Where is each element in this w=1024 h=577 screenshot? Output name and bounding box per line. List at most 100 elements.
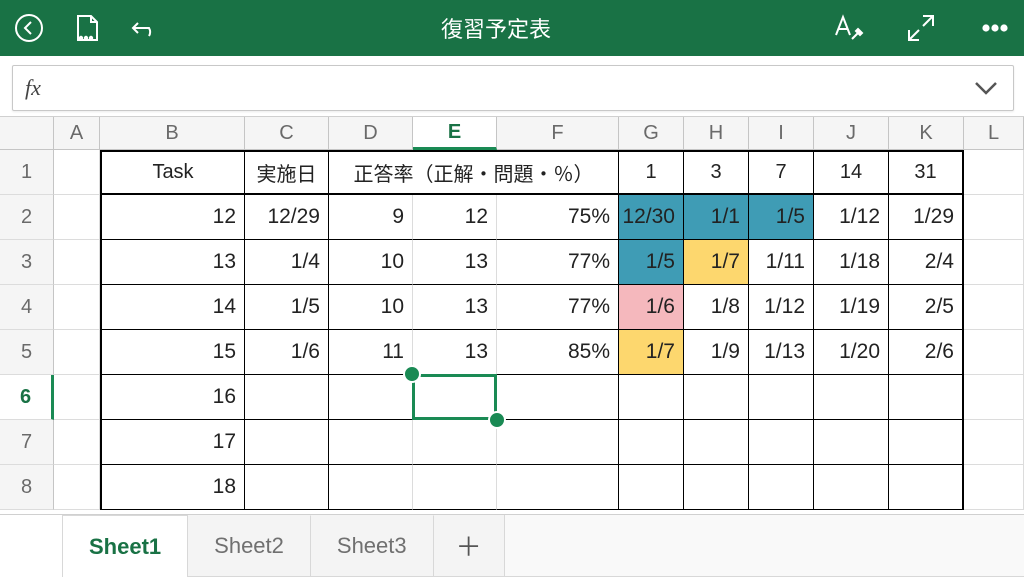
cell[interactable] <box>497 420 619 465</box>
cell[interactable] <box>964 285 1024 330</box>
cell[interactable]: 正答率（正解・問題・％） <box>329 150 619 195</box>
cell[interactable] <box>54 330 100 375</box>
cell[interactable]: 1/12 <box>814 195 889 240</box>
tab-sheet3[interactable]: Sheet3 <box>311 515 434 577</box>
cell[interactable]: 1/5 <box>749 195 814 240</box>
col-header-C[interactable]: C <box>245 117 329 149</box>
cell[interactable]: 13 <box>413 240 497 285</box>
expand-icon[interactable] <box>906 13 936 43</box>
cell[interactable]: 1/12 <box>749 285 814 330</box>
cell[interactable]: 14 <box>814 150 889 195</box>
cell[interactable] <box>619 420 684 465</box>
cell[interactable] <box>749 420 814 465</box>
col-header-L[interactable]: L <box>964 117 1024 149</box>
row-header[interactable]: 6 <box>0 375 54 420</box>
cell[interactable] <box>889 420 964 465</box>
cell[interactable]: 1/6 <box>619 285 684 330</box>
cell[interactable]: 77% <box>497 240 619 285</box>
cell[interactable] <box>497 375 619 420</box>
cell[interactable] <box>814 420 889 465</box>
cell[interactable]: 12 <box>100 195 245 240</box>
cell[interactable]: 12/29 <box>245 195 329 240</box>
cell[interactable]: 16 <box>100 375 245 420</box>
cell[interactable] <box>329 465 413 510</box>
cell[interactable]: 10 <box>329 285 413 330</box>
add-sheet-button[interactable]: ＋ <box>434 515 505 577</box>
cell[interactable] <box>964 330 1024 375</box>
cell[interactable]: 15 <box>100 330 245 375</box>
formula-input[interactable] <box>51 78 971 99</box>
cell[interactable] <box>245 465 329 510</box>
row-header[interactable]: 2 <box>0 195 54 240</box>
cell[interactable] <box>54 420 100 465</box>
cell[interactable]: 1/11 <box>749 240 814 285</box>
col-header-H[interactable]: H <box>684 117 749 149</box>
cell[interactable] <box>619 375 684 420</box>
cell[interactable]: 2/6 <box>889 330 964 375</box>
cell[interactable] <box>54 240 100 285</box>
cell[interactable]: 1/8 <box>684 285 749 330</box>
row-header[interactable]: 7 <box>0 420 54 465</box>
cell[interactable]: 1/19 <box>814 285 889 330</box>
cell[interactable]: 11 <box>329 330 413 375</box>
cell[interactable] <box>497 465 619 510</box>
cell[interactable] <box>964 195 1024 240</box>
cell[interactable]: 1/5 <box>619 240 684 285</box>
back-button[interactable] <box>14 13 44 43</box>
cell[interactable]: 17 <box>100 420 245 465</box>
undo-button[interactable] <box>130 13 160 43</box>
cell[interactable]: 1/13 <box>749 330 814 375</box>
cell[interactable] <box>619 465 684 510</box>
cell[interactable]: 1/7 <box>684 240 749 285</box>
cell[interactable]: 10 <box>329 240 413 285</box>
cell[interactable]: 13 <box>413 285 497 330</box>
col-header-B[interactable]: B <box>100 117 245 149</box>
col-header-A[interactable]: A <box>54 117 100 149</box>
row-header[interactable]: 8 <box>0 465 54 510</box>
cell[interactable] <box>684 375 749 420</box>
cell[interactable]: 1/9 <box>684 330 749 375</box>
cell[interactable] <box>54 195 100 240</box>
cell[interactable] <box>413 420 497 465</box>
cell[interactable]: 1/7 <box>619 330 684 375</box>
cell[interactable]: 12 <box>413 195 497 240</box>
cell[interactable] <box>964 420 1024 465</box>
cell[interactable] <box>749 375 814 420</box>
cell[interactable] <box>329 375 413 420</box>
row-header[interactable]: 3 <box>0 240 54 285</box>
row-header[interactable]: 4 <box>0 285 54 330</box>
cell[interactable] <box>964 465 1024 510</box>
cell[interactable] <box>684 465 749 510</box>
cell[interactable] <box>245 420 329 465</box>
cell[interactable] <box>54 150 100 195</box>
cell[interactable]: 2/4 <box>889 240 964 285</box>
tab-sheet2[interactable]: Sheet2 <box>188 515 311 577</box>
cell[interactable] <box>54 375 100 420</box>
cell[interactable]: 7 <box>749 150 814 195</box>
cell[interactable]: 9 <box>329 195 413 240</box>
cell[interactable]: 1/6 <box>245 330 329 375</box>
row-header[interactable]: 1 <box>0 150 54 195</box>
tab-sheet1[interactable]: Sheet1 <box>62 515 188 577</box>
cell[interactable]: 13 <box>413 330 497 375</box>
cell[interactable]: 2/5 <box>889 285 964 330</box>
col-header-F[interactable]: F <box>497 117 619 149</box>
cell[interactable]: 実施日 <box>245 150 329 195</box>
select-all-corner[interactable] <box>0 117 54 151</box>
cell[interactable] <box>329 420 413 465</box>
cell[interactable]: 1 <box>619 150 684 195</box>
col-header-I[interactable]: I <box>749 117 814 149</box>
col-header-K[interactable]: K <box>889 117 964 149</box>
cell[interactable] <box>413 465 497 510</box>
row-header[interactable]: 5 <box>0 330 54 375</box>
cell[interactable] <box>889 375 964 420</box>
cell[interactable] <box>684 420 749 465</box>
cell[interactable] <box>889 465 964 510</box>
cell[interactable]: 75% <box>497 195 619 240</box>
cell[interactable] <box>54 465 100 510</box>
cell[interactable] <box>964 150 1024 195</box>
cell[interactable]: 1/18 <box>814 240 889 285</box>
cell[interactable]: 12/30 <box>619 195 684 240</box>
cell[interactable]: 1/20 <box>814 330 889 375</box>
font-format-icon[interactable] <box>832 13 862 43</box>
